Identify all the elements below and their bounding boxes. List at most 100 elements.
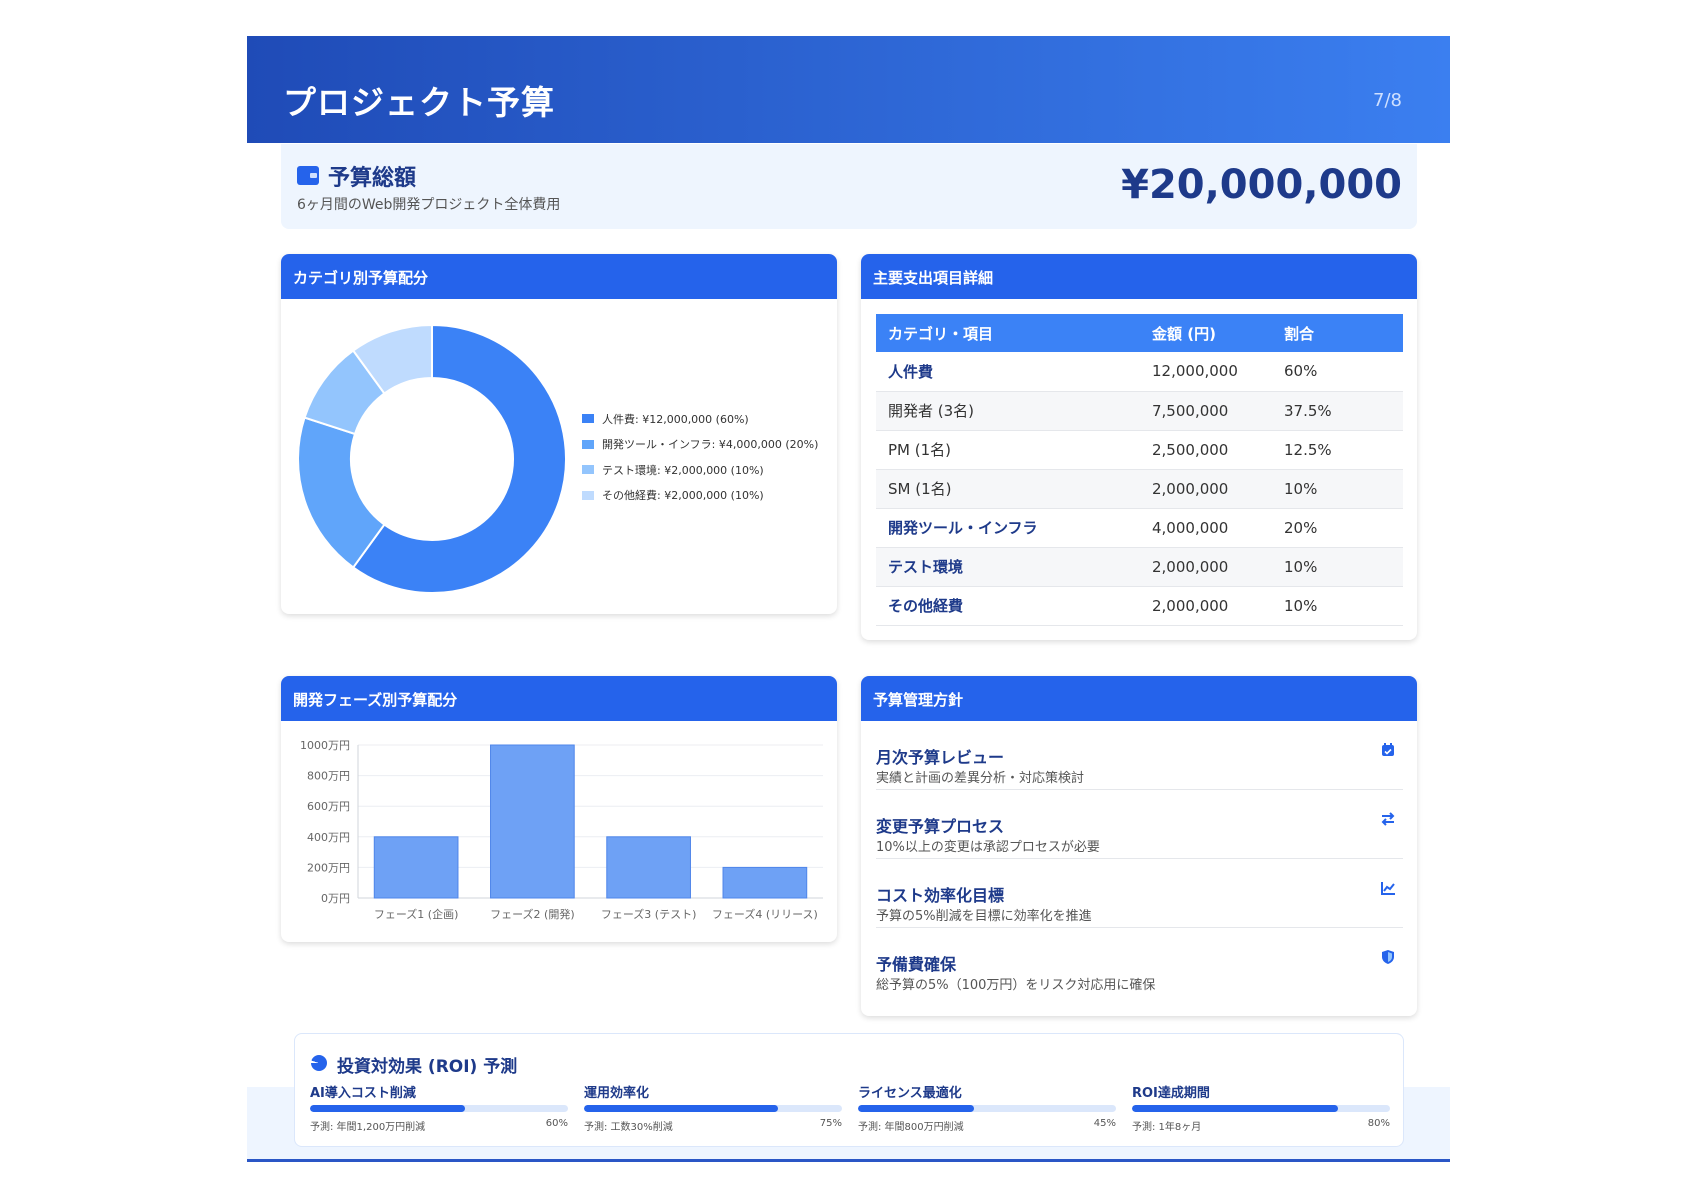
legend-item: その他経費: ¥2,000,000 (10%) [582, 483, 818, 509]
budget-total-box: 予算総額 6ヶ月間のWeb開発プロジェクト全体費用 ¥20,000,000 [281, 144, 1417, 229]
roi-progress-fill [858, 1105, 975, 1112]
y-tick-label: 1000万円 [300, 739, 350, 752]
shield-icon [1380, 949, 1396, 965]
legend-swatch [582, 439, 594, 449]
table-cell-amount: 7,500,000 [1140, 391, 1272, 431]
line-chart-icon [1380, 880, 1396, 896]
table-cell-item: PM (1名) [876, 430, 1140, 470]
table-cell-ratio: 10% [1272, 469, 1403, 509]
category-allocation-card: カテゴリ別予算配分 人件費: ¥12,000,000 (60%) 開発ツール・イン… [281, 254, 837, 614]
table-cell-item: その他経費 [876, 586, 1140, 626]
legend-item: 開発ツール・インフラ: ¥4,000,000 (20%) [582, 432, 818, 458]
policy-item: 変更予算プロセス 10%以上の変更は承認プロセスが必要 [876, 790, 1403, 859]
roi-item: ROI達成期間 予測: 1年8ヶ月 80% [1132, 1082, 1390, 1142]
legend-label: 開発ツール・インフラ: ¥4,000,000 (20%) [602, 438, 819, 452]
legend-label: その他経費: ¥2,000,000 (10%) [602, 489, 764, 503]
table-cell-ratio: 37.5% [1272, 391, 1403, 431]
legend-label: 人件費: ¥12,000,000 (60%) [602, 412, 749, 426]
table-cell-amount: 2,500,000 [1140, 430, 1272, 470]
table-cell-item: SM (1名) [876, 469, 1140, 509]
page-title: プロジェクト予算 [283, 83, 555, 122]
pie-chart-icon [311, 1055, 327, 1071]
table-cell-amount: 2,000,000 [1140, 547, 1272, 587]
roi-percent: 60% [545, 1118, 568, 1129]
slide: プロジェクト予算 7/8 予算総額 6ヶ月間のWeb開発プロジェクト全体費用 ¥… [247, 36, 1450, 1162]
bar [373, 836, 459, 899]
budget-policy-card: 予算管理方針 月次予算レビュー 実績と計画の差異分析・対応策検討 変更予算プロセ… [861, 676, 1417, 1016]
y-tick-label: 800万円 [307, 770, 350, 783]
table-row: 開発者 (3名) 7,500,000 37.5% [876, 391, 1403, 431]
roi-item: AI導入コスト削減 予測: 年間1,200万円削減 60% [310, 1082, 568, 1142]
policy-title: 月次予算レビュー [876, 748, 1005, 767]
roi-grid: AI導入コスト削減 予測: 年間1,200万円削減 60% 運用効率化 予測: … [310, 1082, 1390, 1142]
policy-title: 予備費確保 [876, 955, 957, 974]
x-tick-label: フェーズ2 (開発) [490, 907, 575, 921]
expense-detail-card: 主要支出項目詳細 カテゴリ・項目 金額 (円) 割合 人件費 12,000,00… [861, 254, 1417, 640]
roi-progress-track [310, 1105, 568, 1112]
phase-allocation-card: 開発フェーズ別予算配分 0万円 200万円 400万円 600万円 800万円 1000万… [281, 676, 837, 942]
policy-item: コスト効率化目標 予算の5%削減を目標に効率化を推進 [876, 859, 1403, 928]
roi-label: 運用効率化 [584, 1086, 650, 1101]
policy-title: 変更予算プロセス [876, 817, 1005, 836]
policy-list: 月次予算レビュー 実績と計画の差異分析・対応策検討 変更予算プロセス 10%以上… [876, 721, 1403, 997]
table-cell-item: 開発ツール・インフラ [876, 508, 1140, 548]
roi-progress-fill [1132, 1105, 1339, 1112]
expense-table: カテゴリ・項目 金額 (円) 割合 人件費 12,000,000 60% 開発者… [876, 314, 1403, 626]
roi-progress-track [1132, 1105, 1390, 1112]
table-header-row: カテゴリ・項目 金額 (円) 割合 [876, 314, 1403, 352]
table-row: 開発ツール・インフラ 4,000,000 20% [876, 508, 1403, 548]
table-header-item: カテゴリ・項目 [876, 314, 1140, 352]
roi-item: ライセンス最適化 予測: 年間800万円削減 45% [858, 1082, 1116, 1142]
table-cell-ratio: 12.5% [1272, 430, 1403, 470]
table-row: SM (1名) 2,000,000 10% [876, 469, 1403, 509]
legend-label: テスト環境: ¥2,000,000 (10%) [602, 463, 764, 477]
roi-progress-track [858, 1105, 1116, 1112]
bar [490, 744, 575, 899]
legend-swatch [582, 490, 594, 500]
table-header-amount: 金額 (円) [1140, 314, 1272, 352]
legend-item: 人件費: ¥12,000,000 (60%) [582, 406, 818, 432]
table-cell-ratio: 10% [1272, 547, 1403, 587]
roi-progress-fill [310, 1105, 465, 1112]
roi-note: 予測: 年間800万円削減 [858, 1122, 964, 1133]
table-header-ratio: 割合 [1272, 314, 1403, 352]
table-row: その他経費 2,000,000 10% [876, 586, 1403, 626]
roi-label: ライセンス最適化 [858, 1086, 962, 1101]
roi-note: 予測: 年間1,200万円削減 [310, 1122, 426, 1133]
table-cell-item: テスト環境 [876, 547, 1140, 587]
table-cell-amount: 2,000,000 [1140, 469, 1272, 509]
bar [606, 836, 691, 899]
expense-detail-title: 主要支出項目詳細 [861, 254, 1417, 299]
budget-policy-title: 予算管理方針 [861, 676, 1417, 721]
table-cell-ratio: 60% [1272, 352, 1403, 392]
roi-progress-fill [584, 1105, 778, 1112]
y-tick-label: 600万円 [307, 800, 350, 813]
x-tick-label: フェーズ4 (リリース) [712, 907, 818, 921]
phase-allocation-title: 開発フェーズ別予算配分 [281, 676, 837, 721]
roi-forecast-box: 投資対効果 (ROI) 予測 AI導入コスト削減 予測: 年間1,200万円削減… [294, 1033, 1404, 1147]
budget-total-amount: ¥20,000,000 [1121, 162, 1402, 208]
slide-header: プロジェクト予算 7/8 [247, 36, 1450, 143]
roi-percent: 45% [1093, 1118, 1116, 1129]
y-tick-label: 400万円 [307, 831, 350, 844]
table-row: PM (1名) 2,500,000 12.5% [876, 430, 1403, 470]
table-row: テスト環境 2,000,000 10% [876, 547, 1403, 587]
roi-note: 予測: 工数30%削減 [584, 1122, 673, 1133]
budget-total-title: 予算総額 [328, 166, 417, 191]
table-row: 人件費 12,000,000 60% [876, 352, 1403, 392]
roi-progress-track [584, 1105, 842, 1112]
table-cell-item: 開発者 (3名) [876, 391, 1140, 431]
x-tick-label: フェーズ3 (テスト) [601, 907, 697, 921]
legend-swatch [582, 465, 594, 475]
roi-label: ROI達成期間 [1132, 1086, 1210, 1101]
calendar-icon [1380, 742, 1396, 758]
budget-total-subtitle: 6ヶ月間のWeb開発プロジェクト全体費用 [297, 197, 561, 213]
table-cell-ratio: 10% [1272, 586, 1403, 626]
roi-label: AI導入コスト削減 [310, 1086, 416, 1101]
y-tick-label: 0万円 [321, 892, 350, 905]
roi-percent: 75% [819, 1118, 842, 1129]
footer-line [247, 1159, 1450, 1162]
table-cell-amount: 2,000,000 [1140, 586, 1272, 626]
policy-desc: 総予算の5%（100万円）をリスク対応用に確保 [876, 978, 1156, 993]
policy-desc: 10%以上の変更は承認プロセスが必要 [876, 840, 1100, 855]
